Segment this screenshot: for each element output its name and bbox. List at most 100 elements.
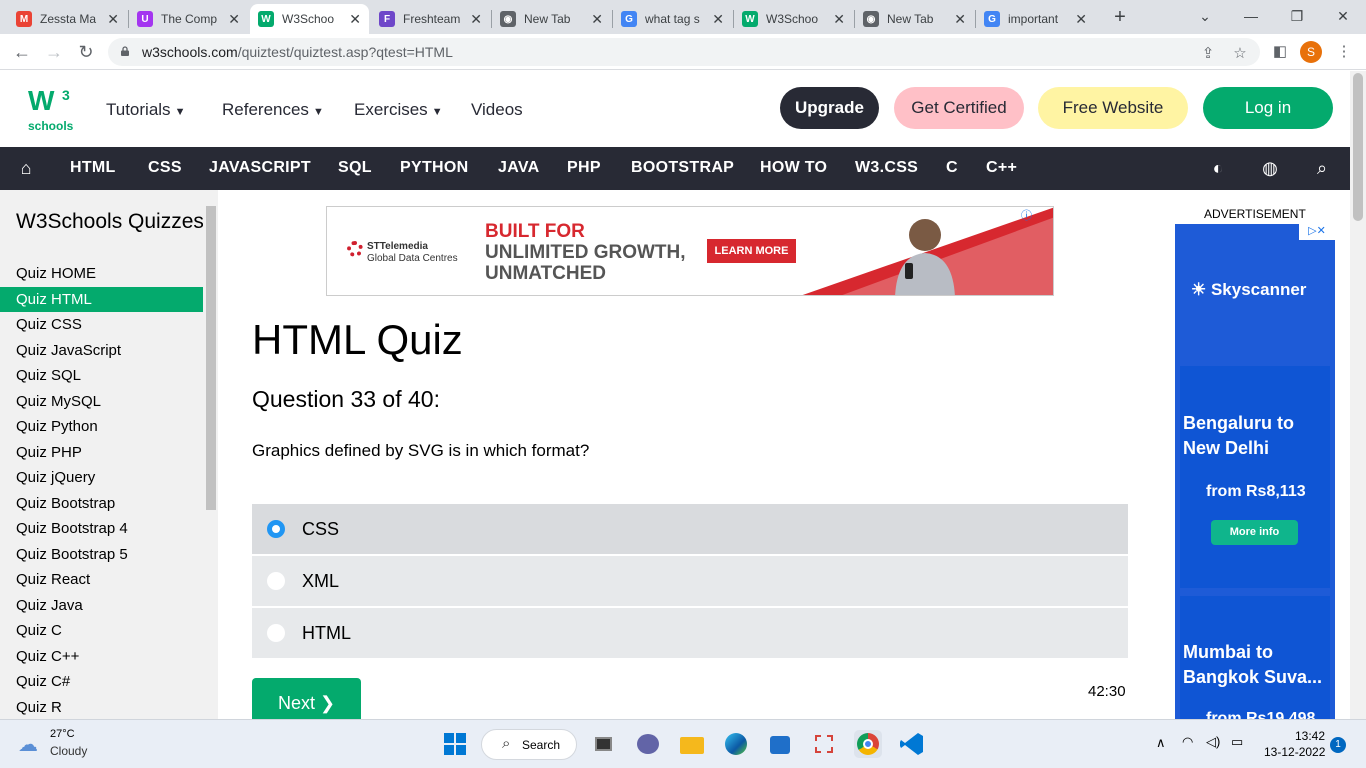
w3schools-logo[interactable]: W 3 schools	[28, 87, 76, 134]
wifi-icon[interactable]: ◠	[1182, 734, 1193, 750]
snipping-tool-icon[interactable]	[810, 730, 838, 758]
volume-icon[interactable]: ◁)	[1206, 734, 1220, 750]
new-tab-button[interactable]: +	[1108, 4, 1132, 30]
free-website-button[interactable]: Free Website	[1038, 87, 1188, 129]
browser-tab[interactable]: U The Comp ✕	[129, 4, 248, 34]
forward-icon[interactable]: →	[42, 40, 66, 64]
sidebar-item-quiz-javascript[interactable]: Quiz JavaScript	[0, 338, 203, 363]
sidebar-item-quiz-home[interactable]: Quiz HOME	[0, 261, 203, 286]
edge-icon[interactable]	[722, 730, 750, 758]
browser-tab[interactable]: W W3Schoo ✕	[734, 4, 853, 34]
answer-option-xml[interactable]: XML	[252, 556, 1128, 606]
teams-chat-icon[interactable]	[634, 730, 662, 758]
globe-icon[interactable]: ◍	[1259, 157, 1281, 179]
ad-learn-more-button[interactable]: LEARN MORE	[707, 239, 796, 263]
close-window-button[interactable]: ✕	[1320, 0, 1366, 32]
search-icon[interactable]: ⌕	[1311, 157, 1333, 179]
close-tab-icon[interactable]: ✕	[712, 11, 724, 28]
battery-icon[interactable]: ▭	[1231, 734, 1243, 750]
restore-button[interactable]: ❐	[1274, 0, 1320, 32]
file-explorer-icon[interactable]	[678, 730, 706, 758]
browser-tab[interactable]: M Zessta Ma ✕	[8, 4, 127, 34]
sidebar-item-quiz-css[interactable]: Quiz CSS	[0, 312, 203, 337]
sidebar-item-quiz-react[interactable]: Quiz React	[0, 567, 203, 592]
sidebar-item-quiz-bootstrap-4[interactable]: Quiz Bootstrap 4	[0, 516, 203, 541]
sidebar-scrollbar[interactable]	[203, 198, 218, 719]
close-tab-icon[interactable]: ✕	[833, 11, 845, 28]
nav-references[interactable]: References ▼	[222, 100, 324, 120]
login-button[interactable]: Log in	[1203, 87, 1333, 129]
answer-option-html[interactable]: HTML	[252, 608, 1128, 658]
reload-icon[interactable]: ↻	[74, 40, 98, 64]
flight-card-1[interactable]: Bengaluru to New Delhi from Rs8,113 More…	[1180, 366, 1330, 588]
subject-link-bootstrap[interactable]: BOOTSTRAP	[631, 159, 734, 177]
subject-link-how-to[interactable]: HOW TO	[760, 159, 827, 177]
close-tab-icon[interactable]: ✕	[228, 11, 240, 28]
upgrade-button[interactable]: Upgrade	[780, 87, 879, 129]
subject-link-html[interactable]: HTML	[70, 159, 116, 177]
home-icon[interactable]: ⌂	[15, 157, 37, 179]
share-icon[interactable]: ⇪	[1198, 44, 1218, 64]
subject-link-c-[interactable]: C++	[986, 159, 1017, 177]
subject-link-c[interactable]: C	[946, 159, 958, 177]
radio-button[interactable]	[267, 624, 285, 642]
vscode-icon[interactable]	[898, 730, 926, 758]
tab-search-icon[interactable]: ⌄	[1182, 0, 1228, 32]
sidebar-item-quiz-c[interactable]: Quiz C	[0, 618, 203, 643]
nav-tutorials[interactable]: Tutorials ▼	[106, 100, 185, 120]
close-tab-icon[interactable]: ✕	[107, 11, 119, 28]
radio-button[interactable]	[267, 572, 285, 590]
more-info-button[interactable]: More info	[1211, 520, 1298, 545]
start-icon[interactable]	[441, 730, 469, 758]
close-tab-icon[interactable]: ✕	[1075, 11, 1087, 28]
sidebar-item-quiz-html[interactable]: Quiz HTML	[0, 286, 203, 312]
menu-kebab-icon[interactable]: ⋮	[1334, 42, 1354, 62]
subject-link-php[interactable]: PHP	[567, 159, 601, 177]
minimize-button[interactable]: —	[1228, 0, 1274, 32]
ad-close-icon[interactable]: ▷✕	[1299, 224, 1335, 240]
browser-tab[interactable]: Gimportant ✕	[976, 4, 1095, 34]
nav-videos[interactable]: Videos	[471, 100, 523, 120]
flight-card-2[interactable]: Mumbai to Bangkok Suva... from Rs19,498	[1180, 596, 1330, 719]
get-certified-button[interactable]: Get Certified	[894, 87, 1024, 129]
page-scroll-thumb[interactable]	[1353, 73, 1363, 221]
taskbar-search[interactable]: ⌕ Search	[481, 729, 577, 760]
bookmark-star-icon[interactable]: ☆	[1230, 44, 1250, 64]
store-icon[interactable]	[766, 730, 794, 758]
browser-tab[interactable]: ◉ New Tab ✕	[855, 4, 974, 34]
subject-link-css[interactable]: CSS	[148, 159, 182, 177]
sidebar-item-quiz-c-[interactable]: Quiz C++	[0, 644, 203, 669]
dark-mode-icon[interactable]: ◐	[1207, 157, 1229, 179]
clock-time[interactable]: 13:42	[1295, 729, 1325, 743]
sidebar-item-quiz-r[interactable]: Quiz R	[0, 695, 203, 720]
browser-tab[interactable]: Gwhat tag s ✕	[613, 4, 732, 34]
chrome-taskbar-icon[interactable]	[854, 730, 882, 758]
browser-tab[interactable]: ◉ New Tab ✕	[492, 4, 611, 34]
close-tab-icon[interactable]: ✕	[591, 11, 603, 28]
sidebar-item-quiz-python[interactable]: Quiz Python	[0, 414, 203, 439]
subject-link-w3-css[interactable]: W3.CSS	[855, 159, 918, 177]
sidebar-item-quiz-bootstrap-5[interactable]: Quiz Bootstrap 5	[0, 542, 203, 567]
profile-avatar[interactable]: S	[1300, 41, 1322, 63]
sidebar-scroll-thumb[interactable]	[206, 206, 216, 510]
skyscanner-ad[interactable]: ☀ Skyscanner ▷✕ Bengaluru to New Delhi f…	[1175, 224, 1335, 719]
subject-link-java[interactable]: JAVA	[498, 159, 540, 177]
sidebar-item-quiz-php[interactable]: Quiz PHP	[0, 440, 203, 465]
ad-banner[interactable]: STTelemedia Global Data Centres BUILT FO…	[326, 206, 1054, 296]
browser-tab[interactable]: W W3Schoo ✕	[250, 4, 369, 34]
chevron-up-icon[interactable]: ∧	[1156, 735, 1166, 751]
next-button[interactable]: Next ❯	[252, 678, 361, 719]
clock-date[interactable]: 13-12-2022	[1264, 745, 1325, 759]
back-icon[interactable]: ←	[10, 40, 34, 64]
subject-link-sql[interactable]: SQL	[338, 159, 372, 177]
close-tab-icon[interactable]: ✕	[349, 11, 361, 28]
answer-option-css[interactable]: CSS	[252, 504, 1128, 554]
nav-exercises[interactable]: Exercises ▼	[354, 100, 443, 120]
subject-link-javascript[interactable]: JAVASCRIPT	[209, 159, 311, 177]
browser-tab[interactable]: F Freshteam ✕	[371, 4, 490, 34]
adchoices-icon[interactable]: ⓘ	[1021, 207, 1035, 222]
page-scrollbar[interactable]	[1350, 71, 1366, 719]
sidebar-item-quiz-java[interactable]: Quiz Java	[0, 593, 203, 618]
sidebar-item-quiz-sql[interactable]: Quiz SQL	[0, 363, 203, 388]
notification-badge[interactable]: 1	[1330, 737, 1346, 753]
